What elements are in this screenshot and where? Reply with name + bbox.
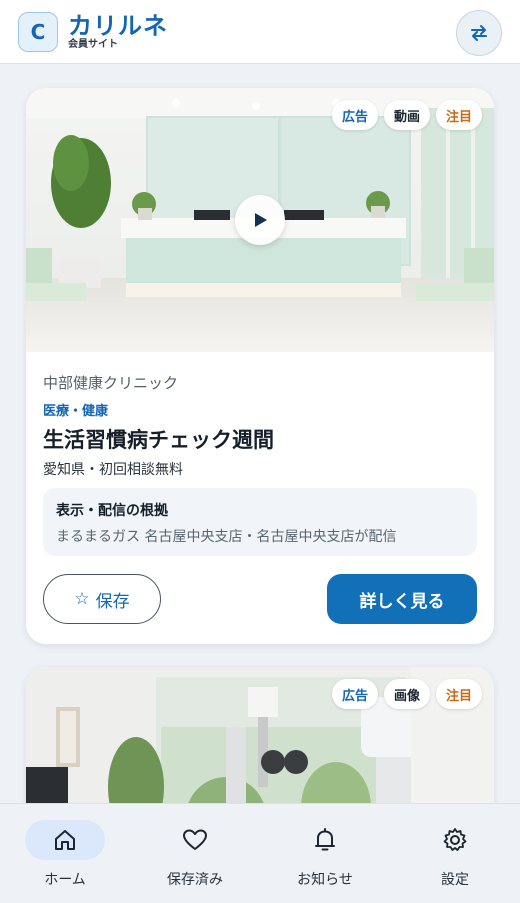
badge-featured: 注目: [435, 679, 482, 709]
ad-title: 生活習慣病チェック週間: [43, 428, 274, 452]
swap-arrows-icon: [471, 25, 487, 41]
app-logo[interactable]: C: [18, 11, 58, 52]
badge-group: 広告 動画 注目: [331, 100, 482, 130]
ad-media-video[interactable]: 広告 動画 注目: [26, 88, 494, 352]
nav-saved-label: 保存済み: [167, 872, 223, 888]
badge-ad: 広告: [331, 100, 378, 130]
logo-letter: C: [30, 19, 46, 44]
star-icon: ☆: [74, 589, 90, 609]
play-button[interactable]: [235, 195, 285, 245]
brand: カリルネ 会員サイト: [68, 13, 168, 51]
ad-card[interactable]: 広告 動画 注目 中部健康クリニック 医療・健康 生活習慣病チェック週間 愛知県…: [26, 88, 494, 644]
advertiser-name: 中部健康クリニック: [43, 374, 179, 392]
nav-settings-label: 設定: [441, 872, 469, 888]
delivery-reason: 表示・配信の根拠 まるまるガス 名古屋中央支店・名古屋中央支店が配信: [43, 488, 477, 556]
badge-ad: 広告: [331, 679, 378, 709]
nav-home-icon-container: [25, 820, 105, 860]
reason-title: 表示・配信の根拠: [56, 503, 168, 519]
nav-notifications[interactable]: お知らせ: [260, 804, 390, 903]
save-label: 保存: [95, 591, 130, 612]
nav-saved-icon-container: [155, 820, 235, 860]
reason-text: まるまるガス 名古屋中央支店・名古屋中央支店が配信: [56, 529, 397, 545]
ad-media-image[interactable]: 広告 画像 注目: [26, 667, 494, 803]
nav-notifications-icon-container: [285, 820, 365, 860]
gear-icon: [443, 828, 467, 851]
nav-home[interactable]: ホーム: [0, 804, 130, 903]
nav-saved[interactable]: 保存済み: [130, 804, 260, 903]
brand-name: カリルネ: [68, 11, 168, 40]
badge-video: 動画: [383, 100, 430, 130]
feed[interactable]: 広告 動画 注目 中部健康クリニック 医療・健康 生活習慣病チェック週間 愛知県…: [0, 64, 520, 803]
ad-card[interactable]: 広告 画像 注目: [26, 667, 494, 803]
bell-icon: [315, 828, 335, 851]
nav-home-label: ホーム: [44, 872, 86, 888]
badge-image: 画像: [383, 679, 430, 709]
bottom-navigation: ホーム 保存済み お知らせ 設定: [0, 803, 520, 903]
play-icon: [255, 213, 267, 227]
category-label: 医療・健康: [43, 404, 109, 419]
switch-account-button[interactable]: [456, 10, 502, 56]
ad-subtitle: 愛知県・初回相談無料: [43, 462, 183, 478]
nav-settings-icon-container: [415, 820, 495, 860]
app-header: C カリルネ 会員サイト: [0, 0, 520, 64]
home-icon: [55, 830, 75, 850]
badge-featured: 注目: [435, 100, 482, 130]
nav-notifications-label: お知らせ: [297, 872, 353, 888]
brand-subtitle: 会員サイト: [68, 38, 118, 50]
nav-settings[interactable]: 設定: [390, 804, 520, 903]
badge-group: 広告 画像 注目: [331, 679, 482, 709]
heart-icon: [183, 829, 207, 850]
details-label: 詳しく見る: [359, 591, 445, 612]
details-button[interactable]: 詳しく見る: [327, 574, 477, 624]
save-button[interactable]: ☆ 保存: [43, 574, 161, 624]
